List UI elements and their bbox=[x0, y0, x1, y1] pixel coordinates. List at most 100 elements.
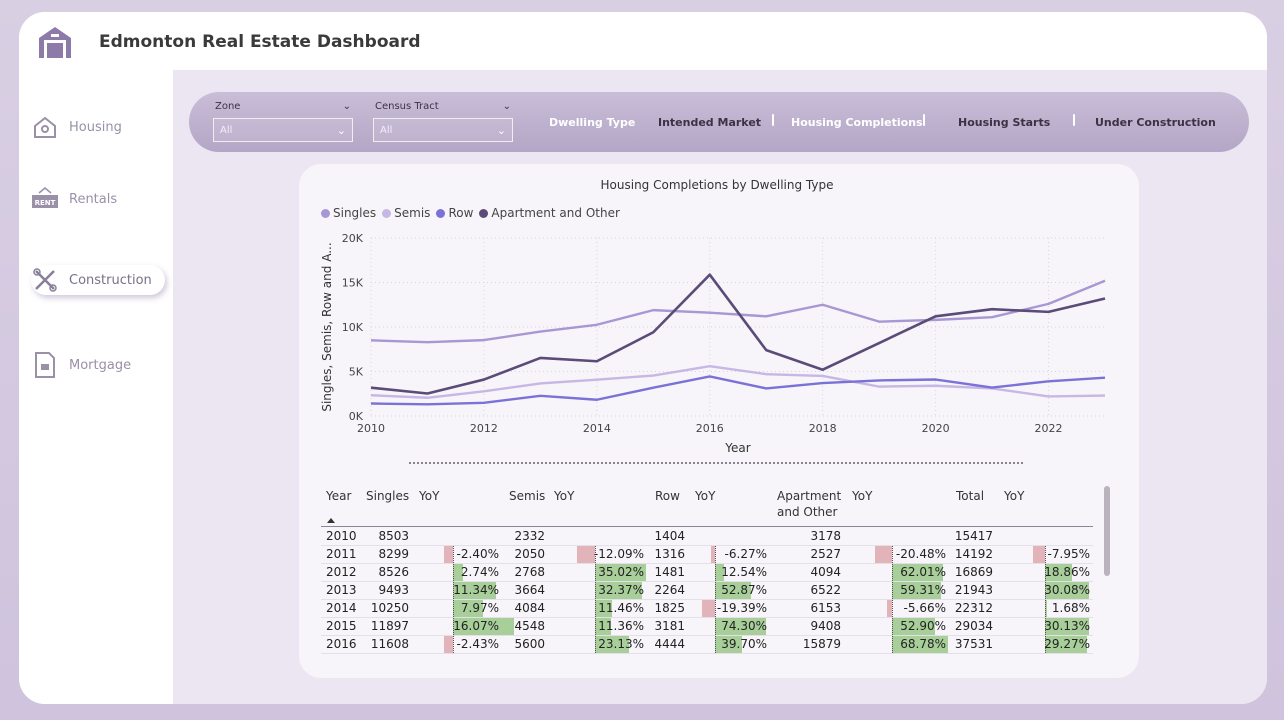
x-tick-label: 2020 bbox=[922, 422, 950, 435]
cell-year: 2016 bbox=[326, 637, 357, 651]
cell-row: 1481 bbox=[654, 565, 685, 579]
sidebar-item-mortgage[interactable]: Mortgage bbox=[31, 350, 165, 380]
cell-apartment: 4094 bbox=[810, 565, 841, 579]
cell-year: 2015 bbox=[326, 619, 357, 633]
census-tract-value: All bbox=[380, 124, 393, 136]
table-row[interactable]: 2012 8526 2.74% 2768 35.02% 1481 12.54% 4094 62.… bbox=[321, 564, 1093, 582]
sidebar-item-construction[interactable]: Construction bbox=[31, 265, 165, 295]
cell-semis-yoy: 11.36% bbox=[598, 619, 644, 633]
cell-year: 2012 bbox=[326, 565, 357, 579]
header-semis-yoy[interactable]: YoY bbox=[554, 488, 574, 504]
cell-semis: 4548 bbox=[514, 619, 545, 633]
cell-apartment-yoy: 59.31% bbox=[900, 583, 946, 597]
sidebar-item-label: Construction bbox=[69, 272, 152, 288]
cell-row-yoy: -19.39% bbox=[716, 601, 767, 615]
cell-apartment: 6153 bbox=[810, 601, 841, 615]
cell-apartment-yoy: -20.48% bbox=[895, 547, 946, 561]
cell-singles: 8299 bbox=[378, 547, 409, 561]
cell-semis: 2768 bbox=[514, 565, 545, 579]
chevron-down-icon[interactable]: ⌄ bbox=[343, 101, 351, 112]
cell-year: 2010 bbox=[326, 529, 357, 543]
sidebar-item-rentals[interactable]: RENT Rentals bbox=[31, 184, 165, 214]
header-singles-yoy[interactable]: YoY bbox=[419, 488, 439, 504]
tab-dwelling-type[interactable]: Dwelling Type bbox=[549, 116, 635, 129]
cell-semis-yoy: 23.13% bbox=[598, 637, 644, 651]
tab-under-construction[interactable]: Under Construction bbox=[1095, 116, 1216, 129]
sidebar-item-label: Housing bbox=[69, 119, 122, 135]
cell-semis: 4084 bbox=[514, 601, 545, 615]
y-tick-label: 20K bbox=[342, 232, 364, 245]
table-scrollbar[interactable] bbox=[1104, 486, 1110, 576]
cell-semis: 2050 bbox=[514, 547, 545, 561]
cell-total: 21943 bbox=[954, 583, 993, 597]
chevron-down-icon: ⌄ bbox=[496, 123, 506, 137]
cell-semis: 5600 bbox=[514, 637, 545, 651]
cell-apartment: 2527 bbox=[810, 547, 841, 561]
app-title: Edmonton Real Estate Dashboard bbox=[99, 32, 421, 52]
x-tick-label: 2022 bbox=[1035, 422, 1063, 435]
table-row[interactable]: 2015 11897 16.07% 4548 11.36% 3181 74.30% 9408 5… bbox=[321, 618, 1093, 636]
filter-bar: Zone ⌄ All ⌄ Census Tract ⌄ All ⌄ Dwelli bbox=[189, 92, 1249, 152]
cell-year: 2014 bbox=[326, 601, 357, 615]
tools-icon bbox=[31, 267, 59, 293]
sidebar-item-housing[interactable]: Housing bbox=[31, 112, 165, 142]
cell-singles: 11897 bbox=[370, 619, 409, 633]
apartment-series-line[interactable] bbox=[370, 273, 1106, 395]
cell-semis-yoy: 32.37% bbox=[598, 583, 644, 597]
zone-dropdown[interactable]: All ⌄ bbox=[213, 118, 353, 142]
table-row[interactable]: 2014 10250 7.97% 4084 11.46% 1825 -19.39% 6153 -… bbox=[321, 600, 1093, 618]
cell-total-yoy: 30.13% bbox=[1044, 619, 1090, 633]
tab-housing-completions[interactable]: Housing Completions bbox=[791, 116, 923, 129]
rent-sign-icon: RENT bbox=[31, 186, 59, 212]
tab-intended-market[interactable]: Intended Market bbox=[658, 116, 761, 129]
sidebar-item-label: Mortgage bbox=[69, 357, 132, 373]
header-apartment[interactable]: Apartment and Other bbox=[777, 488, 847, 520]
y-tick-label: 5K bbox=[349, 366, 364, 379]
cell-row: 3181 bbox=[654, 619, 685, 633]
cell-total-yoy: 18.86% bbox=[1044, 565, 1090, 579]
cell-semis: 2332 bbox=[514, 529, 545, 543]
cell-row-yoy: 12.54% bbox=[721, 565, 767, 579]
header-apartment-yoy[interactable]: YoY bbox=[852, 488, 872, 504]
cell-row: 1316 bbox=[654, 547, 685, 561]
header-singles[interactable]: Singles bbox=[366, 488, 409, 504]
cell-singles-yoy: 2.74% bbox=[460, 565, 499, 579]
dashboard-frame: Edmonton Real Estate Dashboard Housing R… bbox=[19, 12, 1267, 704]
y-tick-label: 10K bbox=[342, 321, 364, 334]
header-row[interactable]: Row bbox=[655, 488, 680, 504]
cell-singles: 11608 bbox=[370, 637, 409, 651]
header-row-yoy[interactable]: YoY bbox=[695, 488, 715, 504]
x-tick-label: 2016 bbox=[696, 422, 724, 435]
divider bbox=[409, 462, 1023, 464]
line-chart[interactable]: 0K5K10K15K20K2010 2012 2014 2016 2018 2020 202… bbox=[299, 164, 1135, 464]
zone-label: Zone bbox=[215, 100, 241, 112]
cell-total-yoy: -7.95% bbox=[1047, 547, 1090, 561]
cell-singles: 10250 bbox=[370, 601, 409, 615]
cell-total: 22312 bbox=[954, 601, 993, 615]
zone-slicer: Zone ⌄ All ⌄ bbox=[213, 98, 353, 142]
census-tract-dropdown[interactable]: All ⌄ bbox=[373, 118, 513, 142]
table-row[interactable]: 2011 8299 -2.40% 2050 -12.09% 1316 -6.27% 2527 -… bbox=[321, 546, 1093, 564]
chevron-down-icon[interactable]: ⌄ bbox=[503, 101, 511, 112]
cell-singles-yoy: -2.40% bbox=[456, 547, 499, 561]
cell-total-yoy: 29.27% bbox=[1044, 637, 1090, 651]
chart-card: Housing Completions by Dwelling Type Sin… bbox=[299, 164, 1139, 678]
cell-singles-yoy: 7.97% bbox=[460, 601, 499, 615]
table-row[interactable]: 2013 9493 11.34% 3664 32.37% 2264 52.87% 6522 59… bbox=[321, 582, 1093, 600]
tab-housing-starts[interactable]: Housing Starts bbox=[958, 116, 1050, 129]
zone-value: All bbox=[220, 124, 233, 136]
x-tick-label: 2012 bbox=[470, 422, 498, 435]
tab-separator bbox=[1073, 114, 1075, 126]
table-row[interactable]: 2016 11608 -2.43% 5600 23.13% 4444 39.70% 15879… bbox=[321, 636, 1093, 654]
cell-total-yoy: 1.68% bbox=[1051, 601, 1090, 615]
header-year[interactable]: Year bbox=[326, 488, 351, 504]
cell-apartment: 15879 bbox=[802, 637, 841, 651]
header-total[interactable]: Total bbox=[956, 488, 984, 504]
header-semis[interactable]: Semis bbox=[509, 488, 545, 504]
table-row[interactable]: 2010 8503 2332 1404 3178 15417 bbox=[321, 528, 1093, 546]
cell-singles: 8526 bbox=[378, 565, 409, 579]
x-axis-title: Year bbox=[724, 441, 750, 455]
cell-total: 15417 bbox=[954, 529, 993, 543]
sort-ascending-icon[interactable] bbox=[327, 518, 335, 523]
header-total-yoy[interactable]: YoY bbox=[1004, 488, 1024, 504]
